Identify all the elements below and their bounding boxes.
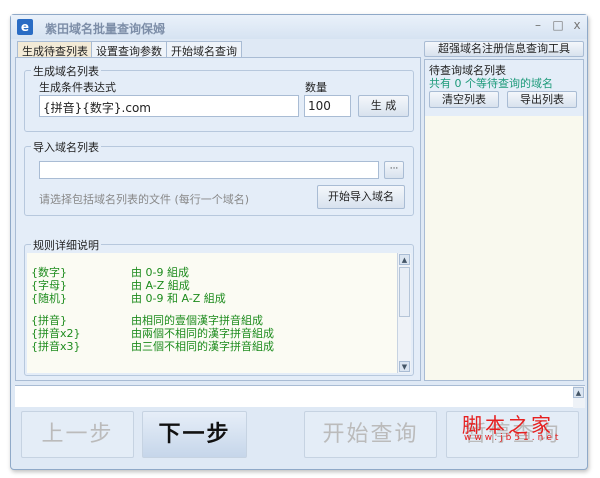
generate-group-label: 生成域名列表 — [31, 63, 101, 79]
scroll-up-icon[interactable]: ▲ — [573, 387, 584, 398]
start-import-button[interactable]: 开始导入域名 — [317, 185, 405, 209]
scroll-down-icon[interactable]: ▼ — [399, 361, 410, 372]
start-query-button[interactable]: 开始查询 — [304, 411, 437, 458]
clear-list-button[interactable]: 清空列表 — [429, 91, 499, 108]
generate-group: 生成域名列表 生成条件表达式 数量 {拼音}{数字}.com 100 生 成 — [24, 63, 414, 132]
right-panel: 超强域名注册信息查询工具 待查询域名列表 共有 0 个等待查询的域名 清空列表 … — [424, 41, 586, 381]
count-input[interactable]: 100 — [304, 95, 351, 117]
window-title: 紫田域名批量查询保姆 — [45, 22, 166, 36]
next-step-button[interactable]: 下一步 — [142, 411, 247, 458]
app-icon: e — [17, 19, 33, 35]
title-bar: e 紫田域名批量查询保姆 – □ x — [11, 15, 587, 39]
import-hint: 请选择包括域名列表的文件 (每行一个域名) — [39, 193, 250, 206]
export-list-button[interactable]: 导出列表 — [507, 91, 577, 108]
minimize-button[interactable]: – — [529, 18, 547, 34]
rule-item: {拼音x2} 由兩個不相同的漢字拼音組成 — [31, 327, 274, 340]
scroll-thumb[interactable] — [399, 267, 410, 317]
tab-start-query[interactable]: 开始域名查询 — [166, 41, 242, 58]
browse-button[interactable]: ··· — [384, 161, 404, 179]
import-group: 导入域名列表 ··· 请选择包括域名列表的文件 (每行一个域名) 开始导入域名 — [24, 139, 414, 216]
close-button[interactable]: x — [568, 18, 586, 34]
rule-item: {拼音x3} 由三個不相同的漢字拼音組成 — [31, 340, 274, 353]
rule-item: {随机} 由 0-9 和 A-Z 組成 — [31, 292, 226, 305]
rule-item: {字母} 由 A-Z 組成 — [31, 279, 190, 292]
import-group-label: 导入域名列表 — [31, 139, 101, 155]
watermark-url: www.jb51.net — [464, 433, 562, 443]
rule-item: {数字} 由 0-9 組成 — [31, 266, 189, 279]
rules-scrollbar[interactable]: ▲ ▼ — [397, 253, 411, 373]
rule-item: {拼音} 由相同的壹個漢字拼音組成 — [31, 314, 263, 327]
left-panel: 生成域名列表 生成条件表达式 数量 {拼音}{数字}.com 100 生 成 导… — [15, 57, 421, 381]
prev-step-button[interactable]: 上一步 — [21, 411, 134, 458]
maximize-button[interactable]: □ — [549, 18, 567, 34]
tab-generate-list[interactable]: 生成待查列表 — [17, 41, 93, 58]
log-scrollbar[interactable]: ▲ — [573, 386, 585, 408]
rules-text: {数字} 由 0-9 組成 {字母} 由 A-Z 組成 {随机} 由 0-9 和 A-… — [27, 253, 411, 373]
pending-count: 共有 0 个等待查询的域名 — [429, 77, 553, 90]
tab-query-params[interactable]: 设置查询参数 — [91, 41, 167, 58]
scroll-up-icon[interactable]: ▲ — [399, 254, 410, 265]
pending-list: 待查询域名列表 共有 0 个等待查询的域名 清空列表 导出列表 — [424, 59, 584, 381]
expr-label: 生成条件表达式 — [39, 81, 116, 94]
expression-input[interactable]: {拼音}{数字}.com — [39, 95, 299, 117]
count-label: 数量 — [305, 81, 327, 94]
rules-group-label: 规则详细说明 — [31, 237, 101, 253]
file-path-input[interactable] — [39, 161, 379, 179]
main-window: e 紫田域名批量查询保姆 – □ x 生成待查列表 设置查询参数 开始域名查询 … — [10, 14, 588, 470]
log-area[interactable]: ▲ — [15, 385, 585, 408]
generate-button[interactable]: 生 成 — [358, 95, 409, 117]
rules-group: 规则详细说明 {数字} 由 0-9 組成 {字母} 由 A-Z 組成 {随机} 由 0… — [24, 237, 414, 376]
whois-tool-button[interactable]: 超强域名注册信息查询工具 — [424, 41, 584, 57]
